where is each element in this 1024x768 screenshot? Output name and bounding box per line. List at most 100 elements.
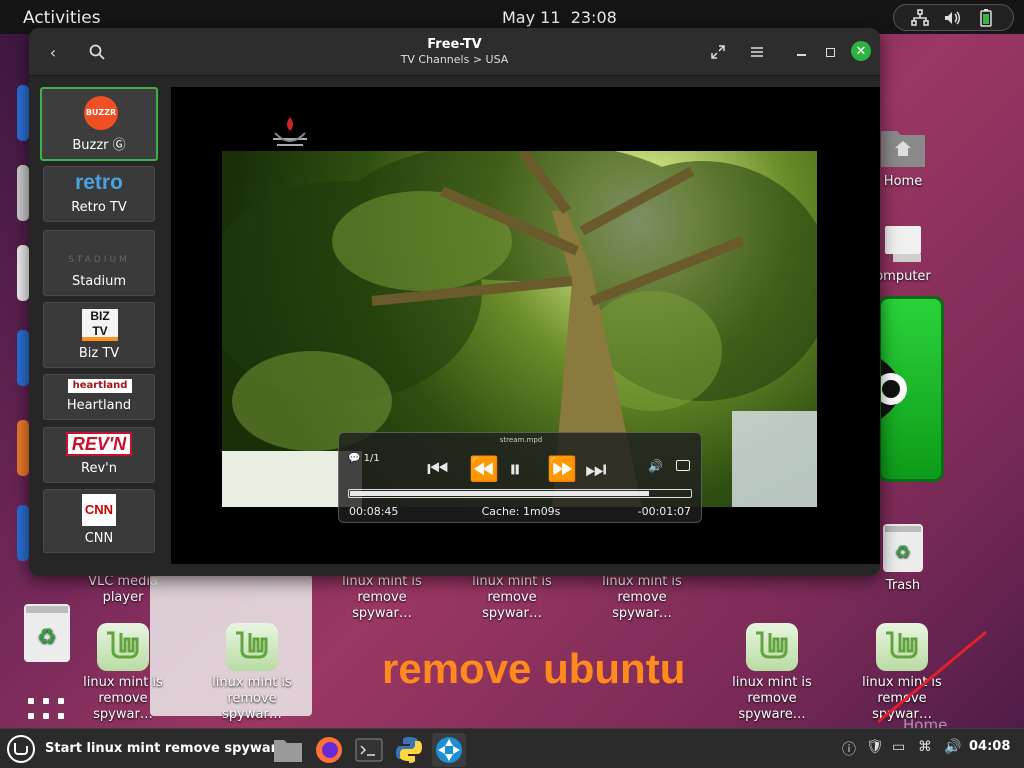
heartland-logo: heartland (68, 379, 132, 393)
desktop-icon-mint[interactable]: linux mint is remove spywar… (457, 574, 567, 622)
taskbar-clock[interactable]: 04:08 (969, 739, 1010, 754)
video-player[interactable]: stream.mpd 💬 1/1 ⏮ ⏪ ⏸ ⏩ ⏭ 🔊 00:08:45 Ca… (171, 87, 880, 564)
computer-icon (885, 226, 921, 262)
desktop-icon-label: Trash (885, 578, 921, 593)
close-button[interactable]: ✕ (851, 41, 871, 61)
retro-tv-logo: retro (75, 171, 123, 194)
start-label[interactable]: Start linux mint remove spyware (45, 741, 286, 756)
desktop-icon-label: linux mint is (83, 675, 163, 690)
rewind-button[interactable]: ⏪ (469, 455, 499, 483)
eye-app-icon[interactable] (875, 296, 944, 482)
skip-previous-icon: ⏮ (427, 455, 449, 483)
fullscreen-button[interactable] (706, 40, 730, 64)
seek-bar[interactable] (348, 489, 692, 498)
mint-menu-button[interactable] (6, 734, 36, 764)
free-tv-icon (436, 737, 462, 763)
minimize-button[interactable] (789, 40, 813, 64)
cnn-logo: CNN (82, 494, 116, 526)
channel-item-revn[interactable]: REV'N Rev'n (43, 427, 155, 483)
channel-label: Stadium (71, 274, 127, 289)
pause-icon: ⏸ (509, 455, 521, 483)
desktop-icon-label: linux mint is (602, 574, 682, 589)
channel-item-retro-tv[interactable]: retro Retro TV (43, 166, 155, 222)
dock-app-icon[interactable] (17, 420, 29, 476)
dock-app-icon[interactable] (17, 330, 29, 386)
skip-next-icon: ⏭ (585, 455, 607, 483)
eye-icon (875, 359, 907, 419)
pause-button[interactable]: ⏸ (509, 455, 521, 483)
tray-shield-icon[interactable]: 🛡 (866, 739, 884, 755)
channel-item-stadium[interactable]: STADIUM Stadium (43, 230, 155, 296)
desktop-icon-label: remove spywar… (612, 590, 672, 621)
battery-icon (980, 8, 992, 27)
torch-emblem-icon (273, 117, 307, 146)
skip-back-button[interactable]: ⏮ (427, 455, 449, 483)
tray-volume-icon[interactable]: 🔊 (944, 739, 961, 755)
linux-mint-icon (7, 735, 35, 763)
channel-item-cnn[interactable]: CNN CNN (43, 489, 155, 553)
channel-label: Rev'n (81, 461, 117, 476)
volume-button[interactable]: 🔊 (648, 459, 663, 473)
dock-app-icon[interactable] (17, 505, 29, 561)
hamburger-icon (751, 47, 763, 57)
subtitles-button[interactable] (676, 460, 690, 471)
free-tv-window: ‹ Free-TV TV Channels > USA ✕ BUZZR Buzz… (29, 28, 880, 576)
dock-app-icon[interactable] (17, 165, 29, 221)
linux-mint-icon (226, 623, 278, 671)
seek-bar-fill (350, 491, 649, 496)
channel-label: Retro TV (71, 200, 127, 215)
channel-label: Buzzr Ⓖ (72, 138, 126, 153)
desktop-icon-mint[interactable]: linux mint is remove spywar… (587, 574, 697, 622)
trash-icon: ♻ (883, 524, 923, 572)
skip-forward-button[interactable]: ⏭ (585, 455, 607, 483)
channel-item-buzzr[interactable]: BUZZR Buzzr Ⓖ (40, 87, 158, 161)
desktop-icon-label: remove spywar… (222, 691, 282, 722)
taskbar-files[interactable] (271, 733, 305, 767)
app-grid-icon (28, 698, 64, 719)
desktop-icon-label: remove spywar… (93, 691, 153, 722)
stadium-logo: STADIUM (68, 255, 130, 265)
chapter-indicator[interactable]: 💬 1/1 (348, 453, 380, 464)
dock-app-icon[interactable] (17, 85, 29, 141)
dock-app-icon[interactable] (17, 245, 29, 301)
maximize-button[interactable] (818, 40, 842, 64)
taskbar-firefox[interactable] (312, 733, 346, 767)
folder-home-icon (881, 131, 925, 167)
menu-button[interactable] (745, 40, 769, 64)
terminal-icon (355, 738, 383, 762)
channel-label: Biz TV (78, 346, 120, 361)
linux-mint-icon (97, 623, 149, 671)
desktop-icon-mint[interactable]: linux mint is remove spywar… (327, 574, 437, 622)
biz-tv-logo: BIZ TV (82, 309, 118, 341)
taskbar: Start linux mint remove spyware ⓘ 🛡 ▭ ⌘ … (0, 728, 1024, 768)
channel-label: Heartland (66, 398, 132, 413)
desktop-icon-mint[interactable]: linux mint is remove spyware… (717, 623, 827, 723)
desktop-icon-label: remove spywar… (482, 590, 542, 621)
minimize-icon (796, 54, 806, 56)
tray-info-icon[interactable]: ⓘ (842, 739, 856, 759)
network-icon (911, 8, 929, 26)
activities-button[interactable]: Activities (23, 8, 101, 28)
volume-icon: 🔊 (648, 459, 663, 473)
taskbar-terminal[interactable] (352, 733, 386, 767)
desktop-icon-mint[interactable]: linux mint is remove spywar… (68, 623, 178, 723)
show-apps-button[interactable] (28, 698, 68, 724)
desktop-icon-mint[interactable]: linux mint is remove spywar… (197, 623, 307, 723)
firefox-icon (316, 737, 342, 763)
channel-item-heartland[interactable]: heartland Heartland (43, 374, 155, 420)
taskbar-python[interactable] (392, 733, 426, 767)
remaining-time: -00:01:07 (637, 505, 691, 518)
svg-text:♻: ♻ (895, 542, 911, 563)
fast-forward-button[interactable]: ⏩ (547, 455, 577, 483)
desktop-icon-label: remove spywar… (352, 590, 412, 621)
tray-network-icon[interactable]: ⌘ (918, 739, 932, 755)
taskbar-free-tv[interactable] (432, 733, 466, 767)
system-menu[interactable] (893, 4, 1014, 31)
folder-icon (274, 740, 302, 762)
clock[interactable]: May 11 23:08 (502, 8, 617, 27)
fast-forward-icon: ⏩ (547, 455, 577, 483)
channel-item-biz-tv[interactable]: BIZ TV Biz TV (43, 302, 155, 368)
expand-icon (711, 45, 725, 59)
tray-display-icon[interactable]: ▭ (892, 739, 905, 755)
channel-label: CNN (84, 531, 114, 546)
